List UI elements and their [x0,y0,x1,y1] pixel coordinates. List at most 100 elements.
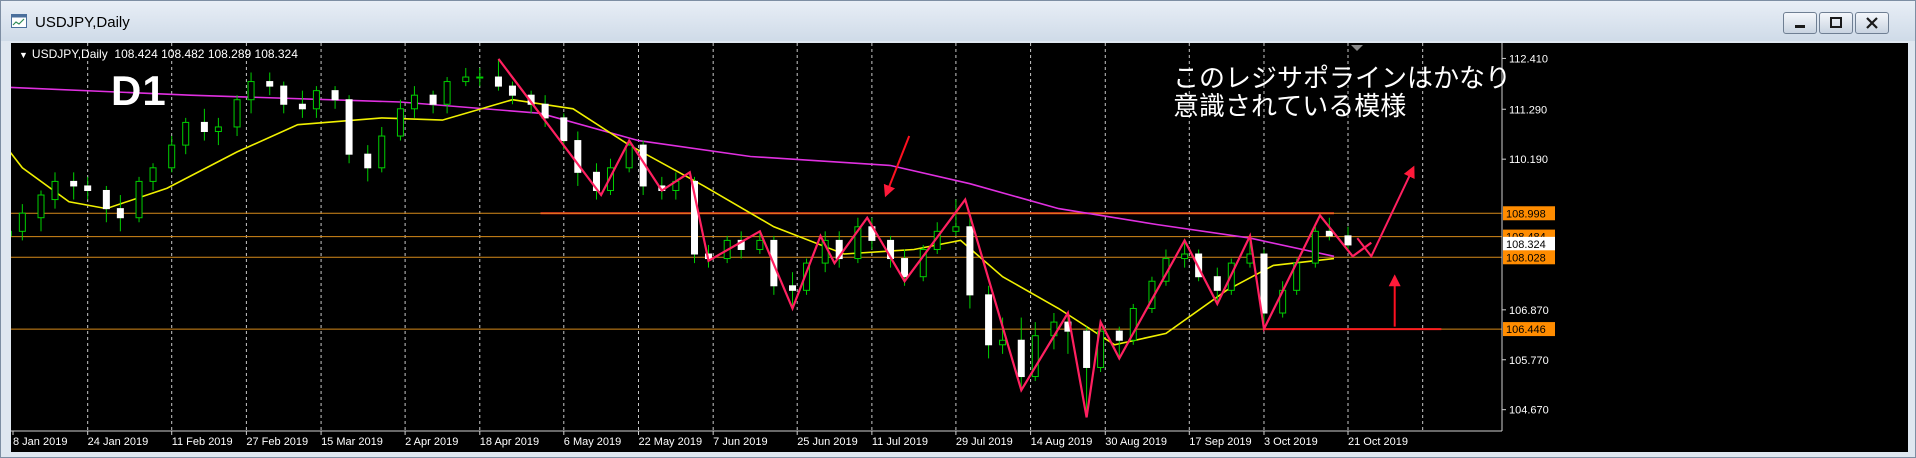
candle-body-bullish [37,194,45,219]
price-label-text: 108.998 [1506,208,1546,220]
x-tick-label: 21 Oct 2019 [1348,436,1408,448]
minimize-button[interactable] [1783,12,1817,34]
y-tick-label: 104.670 [1509,405,1549,417]
candle-body-bearish [541,103,549,119]
candle [952,199,960,236]
moving-average-line-1 [11,86,1335,258]
x-tick-label: 17 Sep 2019 [1189,436,1251,448]
candle-body-bullish [182,121,190,146]
candle [639,140,647,196]
ohlc-readout: ▼ USDJPY,Daily 108.424 108.482 108.289 10… [19,47,298,61]
title-bar[interactable]: USDJPY,Daily [1,1,1915,41]
candle [345,95,353,164]
candle-body-bearish [364,153,372,169]
moving-averages [11,86,1335,346]
candle-body-bearish [1017,339,1025,378]
maximize-button[interactable] [1819,12,1853,34]
candle-body-bullish [1311,230,1319,264]
x-axis: 8 Jan 2019 24 Jan 2019 11 Feb 2019 27 Feb 2… [12,431,1408,448]
price-label-text: 106.446 [1506,324,1546,336]
candle [821,231,829,273]
y-tick-label: 112.410 [1509,53,1548,65]
price-label-text: 108.324 [1506,239,1546,251]
x-tick-label: 3 Oct 2019 [1264,436,1318,448]
candle-body-bearish [560,117,568,142]
x-tick-label: 11 Jul 2019 [872,436,928,448]
candle [443,77,451,114]
x-tick-label: 8 Jan 2019 [13,436,67,448]
candle-body-bearish [494,76,502,87]
candle [494,58,502,91]
candle [84,176,92,200]
candle [280,81,288,114]
candle [331,86,339,109]
x-tick-label: 29 Jul 2019 [956,436,1013,448]
candle [70,172,78,200]
annotation-line-1: このレジサポラインはかなり [1173,64,1511,94]
close-button[interactable] [1855,12,1889,34]
restore-icon [1830,17,1842,28]
candle-body-bearish [298,103,306,110]
candle-body-bullish [149,167,157,182]
candle [51,172,59,209]
candle-body-bullish [462,76,470,83]
x-tick-label: 11 Feb 2019 [172,436,233,448]
candle [396,99,404,141]
candle-body-bearish [84,185,92,191]
candle [672,172,680,200]
candle-body-bearish [901,258,909,278]
candle-body-bearish [331,90,339,101]
candle-body-bullish [18,212,26,232]
candle [214,117,222,146]
candle-body-bullish [135,180,143,219]
candle-body-bearish [1213,276,1221,291]
x-tick-label: 27 Feb 2019 [246,436,308,448]
x-tick-label: 18 Apr 2019 [480,436,539,448]
candle [18,204,26,241]
chart-window-icon [11,14,27,28]
candle [102,185,110,223]
candle-body-bullish [312,90,320,110]
candle [966,213,974,309]
candle-body-bearish [70,180,78,187]
x-tick-label: 2 Apr 2019 [405,436,458,448]
candle-body-bearish [280,85,288,105]
candles [11,58,1352,413]
chart-shift-marker [1351,45,1363,51]
dropdown-triangle-icon[interactable]: ▼ [19,50,28,60]
candle [476,67,484,87]
candle [1162,249,1170,286]
candle [919,244,927,282]
candle [429,90,437,114]
candle-body-bearish [345,99,353,155]
candle [233,95,241,137]
candle-body-bullish [396,108,404,137]
candle [168,136,176,173]
candle [985,285,993,359]
chart-plot[interactable]: 112.410 111.290 110.190 106.870 105.770 104.6… [11,43,1908,452]
x-tick-label: 22 May 2019 [638,436,702,448]
y-tick-label: 106.870 [1509,305,1549,317]
candle [247,72,255,114]
price-chart[interactable]: 112.410 111.290 110.190 106.870 105.770 104.6… [11,43,1908,452]
y-tick-label: 111.290 [1509,104,1547,116]
close-icon [1866,17,1878,29]
candle-body-bearish [966,226,974,296]
x-tick-label: 24 Jan 2019 [88,436,149,448]
x-tick-label: 14 Aug 2019 [1031,436,1093,448]
candle-body-bearish [429,94,437,105]
candle-body-bullish [756,239,764,250]
candle [462,67,470,87]
candle-body-bearish [200,121,208,132]
y-tick-label: 110.190 [1509,154,1548,166]
candle [854,217,862,264]
candle [266,72,274,96]
candle-body-bullish [443,81,451,105]
candle-body-bearish [1325,230,1333,237]
candle-body-bullish [999,339,1007,346]
annotation-line-2: 意識されている模様 [1173,92,1406,122]
candle-body-bullish [476,76,484,79]
timeframe-label: D1 [111,67,167,114]
minimize-icon [1795,25,1805,28]
chart-window: USDJPY,Daily 112.410 111.290 110.190 106.87… [0,0,1916,458]
